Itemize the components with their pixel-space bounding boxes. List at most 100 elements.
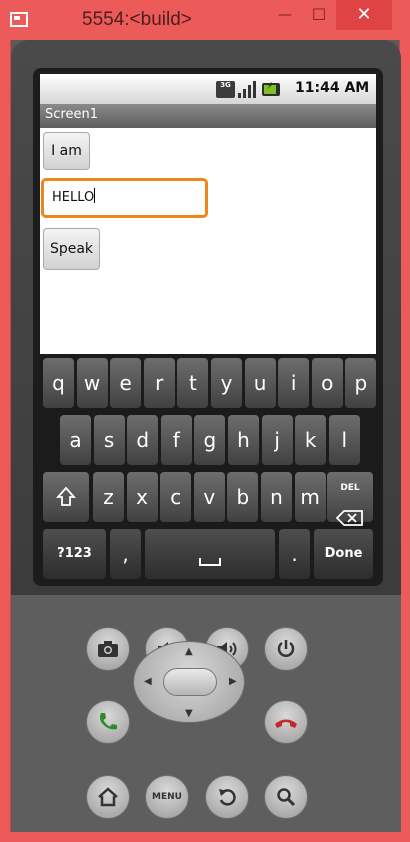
key-h-label: h xyxy=(237,428,250,452)
key-u[interactable]: u xyxy=(244,358,276,408)
menu-button[interactable]: MENU xyxy=(145,775,189,819)
key-h[interactable]: h xyxy=(228,415,259,465)
app-title: Screen1 xyxy=(45,107,98,122)
key-z[interactable]: z xyxy=(93,472,124,522)
key-k-label: k xyxy=(304,428,317,452)
network-3g-icon: 3G xyxy=(216,81,235,98)
call-icon xyxy=(100,713,117,730)
dpad-left-icon[interactable]: ◀ xyxy=(144,676,152,687)
key-i-label: i xyxy=(290,371,297,395)
camera-button[interactable] xyxy=(86,627,130,671)
close-button[interactable]: ✕ xyxy=(336,0,392,30)
key-q-label: q xyxy=(52,371,65,395)
end-call-button[interactable] xyxy=(264,700,308,744)
i-am-button[interactable]: I am xyxy=(43,132,90,170)
battery-icon: ⚡ xyxy=(262,81,280,96)
key-g[interactable]: g xyxy=(194,415,226,465)
delete-key[interactable]: DEL xyxy=(327,472,373,526)
done-key[interactable]: Done xyxy=(314,529,373,579)
key-l-label: l xyxy=(341,428,348,452)
key-k[interactable]: k xyxy=(295,415,327,465)
key-p[interactable]: p xyxy=(345,358,376,408)
key-j-label: j xyxy=(274,428,280,452)
soft-keyboard: q w e r t y u i o p a s d f g h j k l z x c v b n m DEL ?123,. Done xyxy=(40,354,376,580)
speak-button[interactable]: Speak xyxy=(43,228,100,270)
key-m[interactable]: m xyxy=(294,472,326,522)
camera-icon xyxy=(98,641,118,657)
comma-key[interactable]: , xyxy=(110,529,141,579)
key-u-label: u xyxy=(253,371,267,395)
device-screen: 3G ⚡ 11:44 AM Screen1 I am HELLO Speak q… xyxy=(40,74,376,580)
key-c[interactable]: c xyxy=(160,472,192,522)
key-n-label: n xyxy=(270,485,283,509)
key-x-label: x xyxy=(136,485,149,509)
key-c-label: c xyxy=(170,485,182,509)
key-n[interactable]: n xyxy=(261,472,292,522)
home-button[interactable] xyxy=(86,775,130,819)
key-w[interactable]: w xyxy=(76,358,108,408)
delete-key-label: DEL xyxy=(340,483,360,493)
key-b[interactable]: b xyxy=(227,472,259,522)
key-j[interactable]: j xyxy=(261,415,293,465)
key-t[interactable]: t xyxy=(177,358,209,408)
key-z-label: z xyxy=(103,485,114,509)
window-titlebar: 5554:<build> — ☐ ✕ xyxy=(0,0,410,40)
key-y[interactable]: y xyxy=(211,358,242,408)
space-icon xyxy=(199,558,221,566)
key-m-label: m xyxy=(300,485,320,509)
app-content: I am HELLO Speak xyxy=(40,128,376,354)
key-v[interactable]: v xyxy=(193,472,225,522)
dpad[interactable]: ▲ ▼ ◀ ▶ xyxy=(133,641,245,723)
maximize-button[interactable]: ☐ xyxy=(302,0,336,30)
key-p-label: p xyxy=(354,371,368,395)
key-v-label: v xyxy=(203,485,216,509)
space-key[interactable] xyxy=(145,529,275,579)
back-icon xyxy=(219,789,236,806)
comma-key-label: , xyxy=(122,542,129,566)
dpad-center-button[interactable] xyxy=(163,668,217,696)
key-o[interactable]: o xyxy=(311,358,343,408)
key-g-label: g xyxy=(203,428,217,452)
key-x[interactable]: x xyxy=(126,472,158,522)
numbers-key[interactable]: ?123 xyxy=(43,529,106,579)
status-time: 11:44 AM xyxy=(295,80,370,96)
key-b-label: b xyxy=(236,485,250,509)
key-e[interactable]: e xyxy=(110,358,142,408)
key-q[interactable]: q xyxy=(43,358,74,408)
search-icon xyxy=(277,788,296,807)
call-button[interactable] xyxy=(86,700,130,744)
dpad-up-icon[interactable]: ▲ xyxy=(185,646,193,657)
key-e-label: e xyxy=(119,371,132,395)
key-r[interactable]: r xyxy=(143,358,175,408)
key-o-label: o xyxy=(321,371,334,395)
signal-strength-icon xyxy=(238,81,258,98)
key-l[interactable]: l xyxy=(328,415,360,465)
back-button[interactable] xyxy=(205,775,249,819)
power-button[interactable] xyxy=(264,627,308,671)
shift-key[interactable] xyxy=(43,472,89,522)
search-button[interactable] xyxy=(264,775,308,819)
text-cursor xyxy=(94,188,96,203)
key-i[interactable]: i xyxy=(278,358,310,408)
dpad-right-icon[interactable]: ▶ xyxy=(229,676,237,687)
period-key-label: . xyxy=(291,542,298,566)
period-key[interactable]: . xyxy=(279,529,310,579)
key-d[interactable]: d xyxy=(127,415,159,465)
shift-icon xyxy=(55,486,77,506)
key-f-label: f xyxy=(172,428,180,452)
backspace-icon xyxy=(335,510,363,526)
key-a[interactable]: a xyxy=(60,415,91,465)
end-call-icon xyxy=(275,719,297,728)
dpad-down-icon[interactable]: ▼ xyxy=(185,708,193,719)
key-s-label: s xyxy=(103,428,115,452)
key-w-label: w xyxy=(83,371,101,395)
key-a-label: a xyxy=(69,428,82,452)
key-r-label: r xyxy=(155,371,164,395)
window-title: 5554:<build> xyxy=(82,9,192,30)
key-s[interactable]: s xyxy=(93,415,125,465)
numbers-key-label: ?123 xyxy=(57,546,92,561)
text-input[interactable]: HELLO xyxy=(41,178,208,218)
key-f[interactable]: f xyxy=(160,415,192,465)
minimize-button[interactable]: — xyxy=(268,0,302,30)
emulator-upper-body: 3G ⚡ 11:44 AM Screen1 I am HELLO Speak q… xyxy=(11,40,401,600)
